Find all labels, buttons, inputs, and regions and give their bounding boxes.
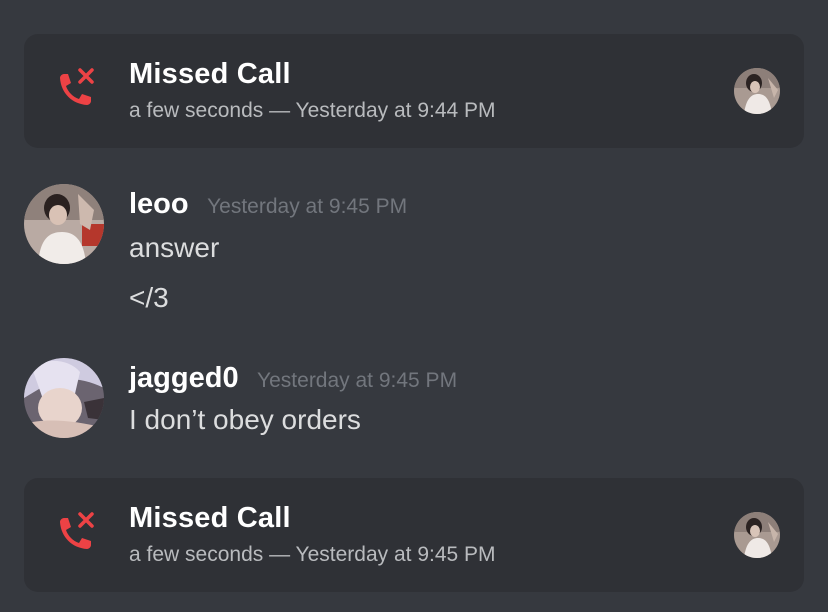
username[interactable]: jagged0: [129, 362, 239, 394]
missed-call-icon: [52, 64, 102, 114]
message-text: </3: [129, 282, 169, 313]
message-text: I don’t obey orders: [129, 404, 361, 435]
caller-avatar[interactable]: [734, 512, 780, 558]
missed-call-card: Missed Call a few seconds — Yesterday at…: [24, 478, 804, 592]
message-timestamp: Yesterday at 9:45 PM: [207, 195, 408, 218]
caller-avatar[interactable]: [734, 68, 780, 114]
missed-call-card: Missed Call a few seconds — Yesterday at…: [24, 34, 804, 148]
message-header: leoo Yesterday at 9:45 PM: [129, 188, 407, 221]
missed-call-title: Missed Call: [129, 58, 291, 90]
message-group: jagged0 Yesterday at 9:45 PM I don’t obe…: [24, 358, 804, 448]
user-avatar[interactable]: [24, 358, 104, 438]
message-timestamp: Yesterday at 9:45 PM: [257, 369, 458, 392]
username[interactable]: leoo: [129, 188, 189, 220]
message-text: answer: [129, 232, 220, 263]
message-header: jagged0 Yesterday at 9:45 PM: [129, 362, 457, 395]
user-avatar[interactable]: [24, 184, 104, 264]
missed-call-subtitle: a few seconds — Yesterday at 9:45 PM: [129, 543, 496, 566]
missed-call-title: Missed Call: [129, 502, 291, 534]
missed-call-icon: [52, 508, 102, 558]
message-group: leoo Yesterday at 9:45 PM answer </3: [24, 184, 804, 324]
missed-call-subtitle: a few seconds — Yesterday at 9:44 PM: [129, 99, 496, 122]
